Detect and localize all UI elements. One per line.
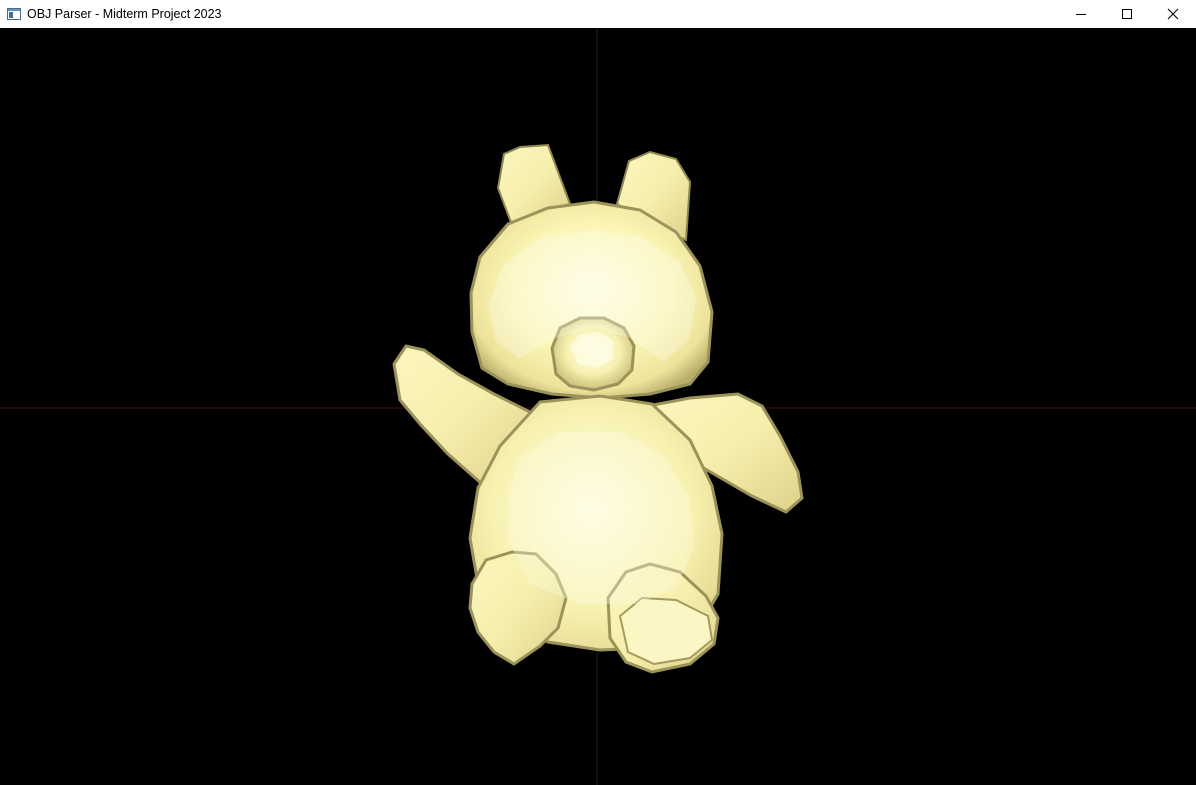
maximize-button[interactable] (1104, 0, 1150, 28)
scene-canvas (0, 28, 1196, 785)
maximize-icon (1122, 9, 1132, 19)
application-window: OBJ Parser - Midterm Project 2023 (0, 0, 1196, 785)
title-bar[interactable]: OBJ Parser - Midterm Project 2023 (0, 0, 1196, 28)
minimize-icon (1076, 14, 1086, 15)
opengl-viewport[interactable] (0, 28, 1196, 785)
window-app-icon[interactable] (6, 6, 22, 22)
caption-buttons (1058, 0, 1196, 28)
minimize-button[interactable] (1058, 0, 1104, 28)
close-button[interactable] (1150, 0, 1196, 28)
window-title: OBJ Parser - Midterm Project 2023 (27, 7, 222, 21)
teddy-bear-model (392, 143, 804, 674)
close-icon (1167, 8, 1179, 20)
